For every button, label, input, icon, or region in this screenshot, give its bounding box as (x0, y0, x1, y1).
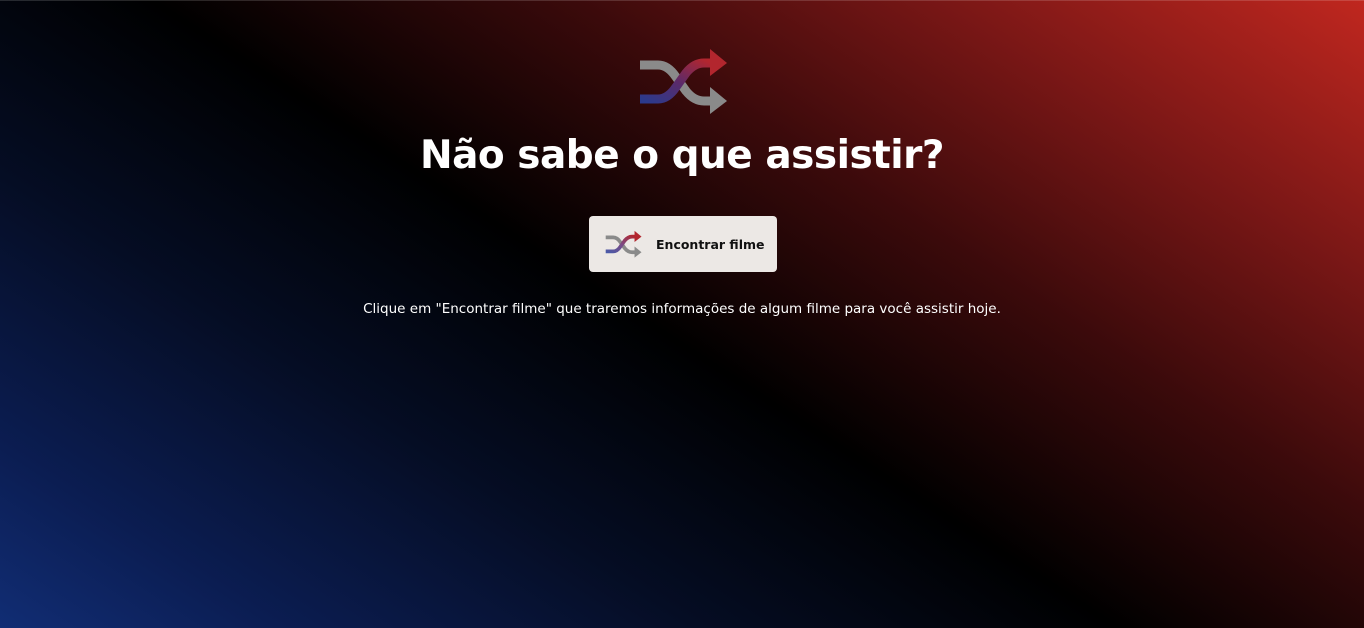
instruction-text: Clique em "Encontrar filme" que traremos… (363, 301, 1001, 317)
find-movie-button-label: Encontrar filme (656, 236, 765, 252)
top-border (0, 0, 1364, 1)
find-movie-button[interactable]: Encontrar filme (589, 216, 777, 272)
shuffle-icon (640, 49, 727, 114)
shuffle-icon (605, 230, 642, 258)
page-title: Não sabe o que assistir? (419, 133, 945, 178)
